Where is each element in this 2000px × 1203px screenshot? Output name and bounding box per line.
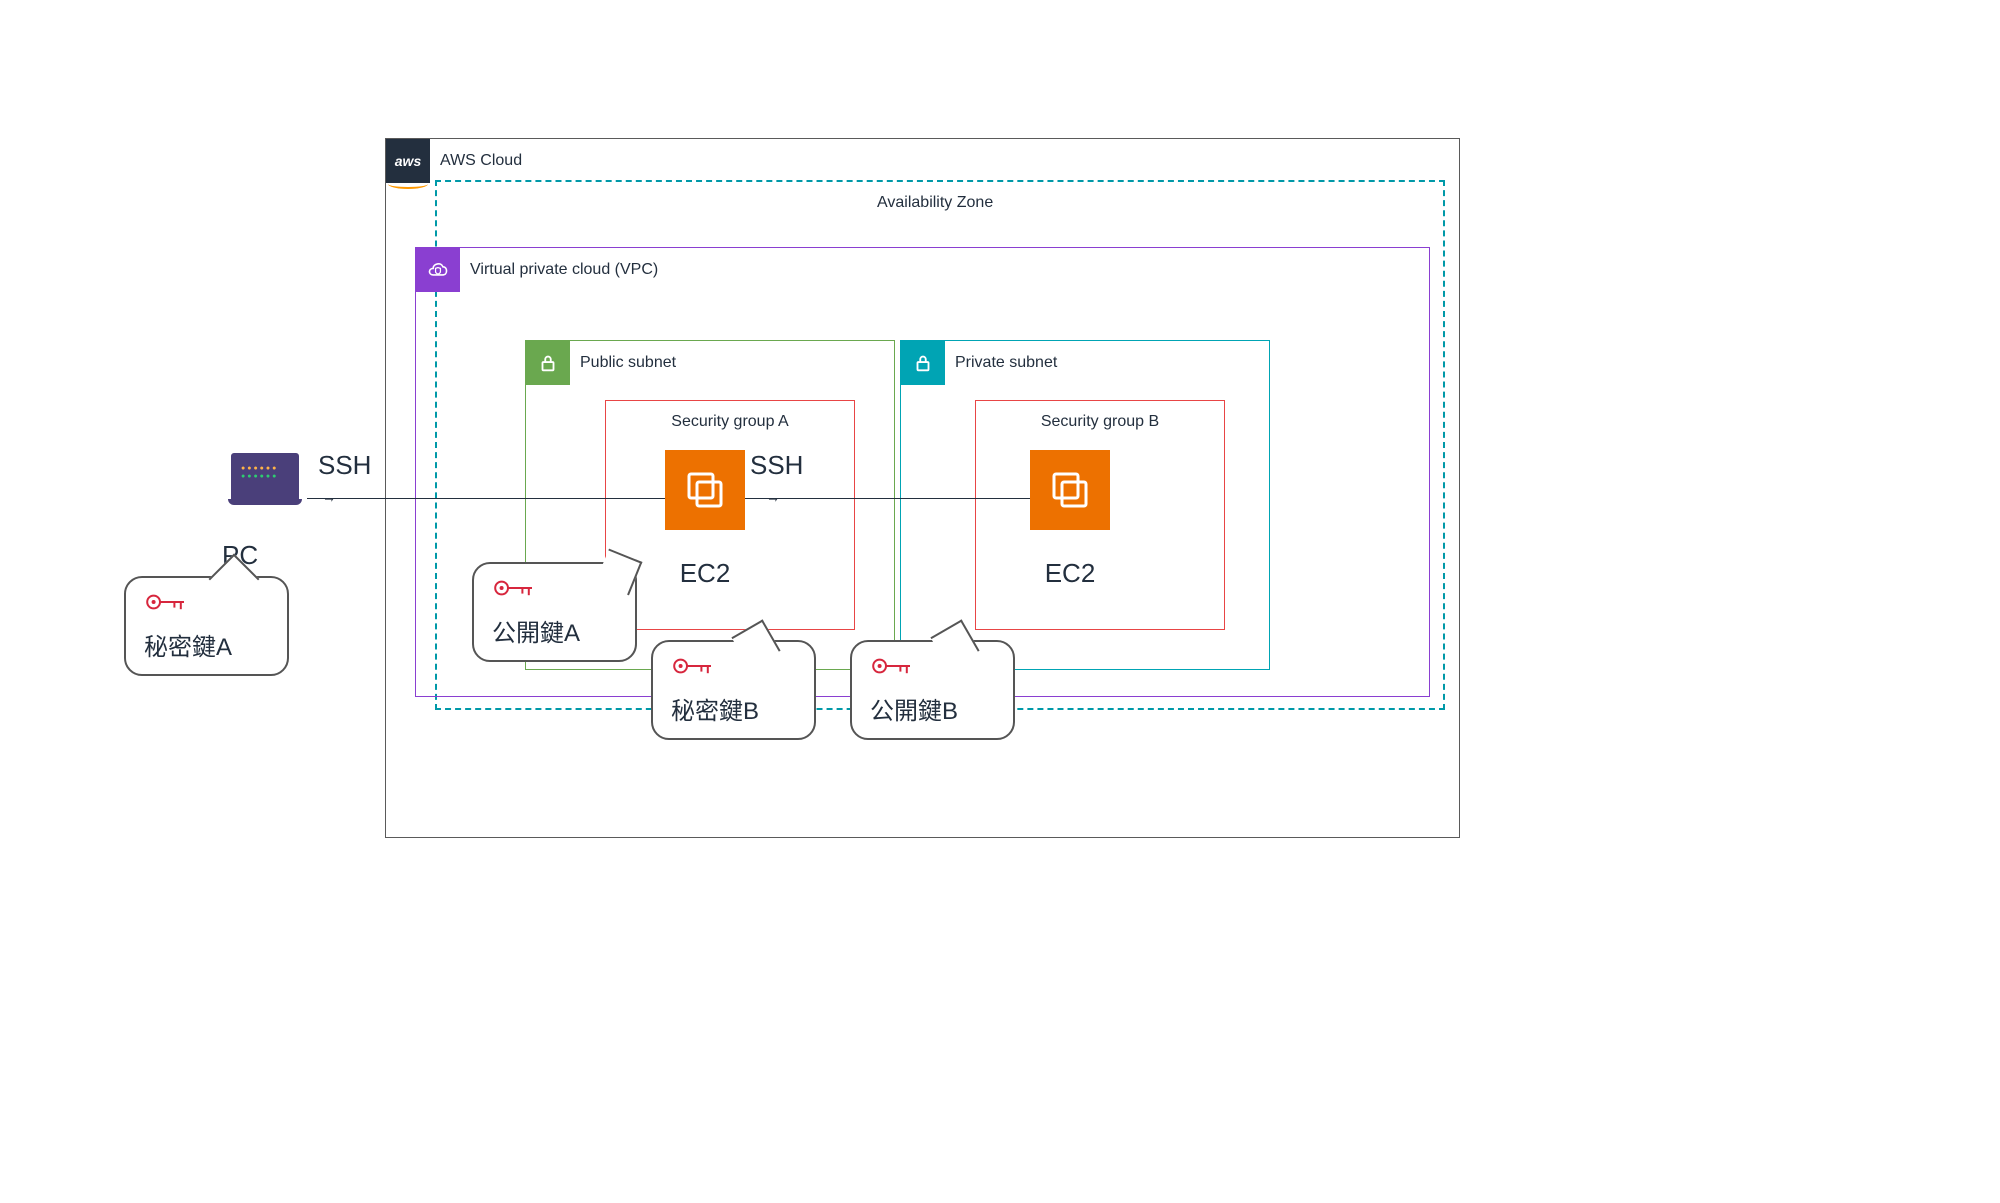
- arrow-head-2: →: [766, 489, 780, 505]
- callout-private-key-a: 秘密鍵A: [124, 576, 289, 676]
- key-icon: [492, 574, 540, 602]
- security-group-a-label: Security group A: [606, 413, 854, 431]
- private-key-b-label: 秘密鍵B: [671, 691, 796, 726]
- key-icon: [144, 588, 192, 616]
- ec2-instance-a-icon: [665, 450, 745, 530]
- lock-icon: [537, 352, 559, 374]
- public-key-a-label: 公開鍵A: [492, 613, 617, 648]
- ec2-a-label: EC2: [655, 558, 755, 589]
- public-subnet-label: Public subnet: [580, 354, 676, 372]
- ec2-b-label: EC2: [1020, 558, 1120, 589]
- aws-cloud-label: AWS Cloud: [440, 152, 522, 170]
- aws-logo-badge: aws: [386, 139, 430, 183]
- ssh-arrow-line-1: [307, 498, 665, 499]
- callout-private-key-b: 秘密鍵B: [651, 640, 816, 740]
- availability-zone-label: Availability Zone: [877, 194, 993, 212]
- private-subnet-label: Private subnet: [955, 354, 1057, 372]
- public-subnet-badge: [526, 341, 570, 385]
- aws-logo-text: aws: [395, 153, 421, 169]
- ssh-arrow-line-2: [745, 498, 1030, 499]
- arrow-head-1: →: [322, 489, 336, 505]
- ec2-instance-b-icon: [1030, 450, 1110, 530]
- ssh-label-1: SSH: [318, 450, 371, 481]
- cloud-shield-icon: [425, 257, 451, 283]
- laptop-icon: ●●●●●●●●●●●●: [228, 453, 302, 503]
- vpc-label: Virtual private cloud (VPC): [470, 261, 658, 279]
- key-icon: [671, 652, 719, 680]
- public-key-b-label: 公開鍵B: [870, 691, 995, 726]
- private-key-a-label: 秘密鍵A: [144, 627, 269, 662]
- ec2-chip-icon: [677, 462, 733, 518]
- key-icon: [870, 652, 918, 680]
- lock-icon: [912, 352, 934, 374]
- security-group-b-label: Security group B: [976, 413, 1224, 431]
- callout-public-key-a: 公開鍵A: [472, 562, 637, 662]
- ec2-chip-icon: [1042, 462, 1098, 518]
- ssh-label-2: SSH: [750, 450, 803, 481]
- private-subnet-badge: [901, 341, 945, 385]
- aws-logo-smile: [388, 179, 428, 189]
- diagram-canvas: aws AWS Cloud Availability Zone Virtual …: [0, 0, 2000, 1203]
- callout-public-key-b: 公開鍵B: [850, 640, 1015, 740]
- vpc-badge: [416, 248, 460, 292]
